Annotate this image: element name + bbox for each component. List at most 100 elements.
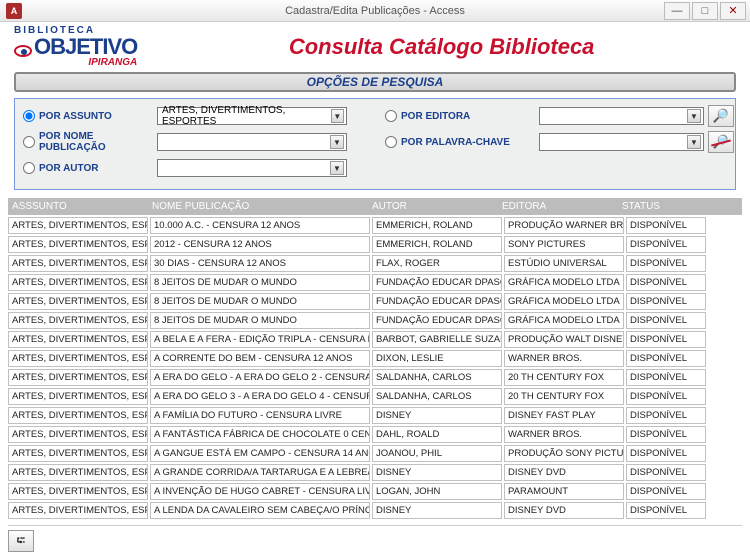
logo-line2: OBJETIVO bbox=[34, 34, 137, 59]
cell-status: DISPONÍVEL bbox=[626, 464, 706, 481]
cell-nome: A ERA DO GELO - A ERA DO GELO 2 - CENSUR… bbox=[150, 369, 370, 386]
cell-autor: SALDANHA, CARLOS bbox=[372, 369, 502, 386]
minimize-button[interactable]: — bbox=[664, 2, 690, 20]
table-row[interactable]: ARTES, DIVERTIMENTOS, ESPORTESA FANTÁSTI… bbox=[8, 426, 742, 443]
cell-status: DISPONÍVEL bbox=[626, 483, 706, 500]
cell-status: DISPONÍVEL bbox=[626, 369, 706, 386]
radio-por-palavra-input[interactable] bbox=[385, 136, 397, 148]
cell-nome: 2012 - CENSURA 12 ANOS bbox=[150, 236, 370, 253]
radio-por-nome[interactable]: POR NOME PUBLICAÇÃO bbox=[23, 131, 153, 153]
search-panel: POR ASSUNTO ARTES, DIVERTIMENTOS, ESPORT… bbox=[14, 98, 736, 190]
cell-editora: WARNER BROS. bbox=[504, 350, 624, 367]
cell-autor: FUNDAÇÃO EDUCAR DPASCHOAL bbox=[372, 274, 502, 291]
cell-editora: GRÁFICA MODELO LTDA bbox=[504, 293, 624, 310]
exit-icon: ⮓ bbox=[17, 532, 26, 551]
cell-nome: A GRANDE CORRIDA/A TARTARUGA E A LEBRE/O… bbox=[150, 464, 370, 481]
cell-editora: GRÁFICA MODELO LTDA bbox=[504, 274, 624, 291]
table-row[interactable]: ARTES, DIVERTIMENTOS, ESPORTESA LENDA DA… bbox=[8, 502, 742, 519]
cell-autor: DIXON, LESLIE bbox=[372, 350, 502, 367]
status-strip: ⮓ bbox=[8, 525, 742, 552]
cell-editora: 20 TH CENTURY FOX bbox=[504, 388, 624, 405]
cell-nome: 8 JEITOS DE MUDAR O MUNDO bbox=[150, 274, 370, 291]
binoculars-icon: 🔎 bbox=[713, 108, 729, 124]
radio-por-editora[interactable]: POR EDITORA bbox=[385, 110, 535, 122]
table-row[interactable]: ARTES, DIVERTIMENTOS, ESPORTES8 JEITOS D… bbox=[8, 274, 742, 291]
cell-autor: DAHL, ROALD bbox=[372, 426, 502, 443]
cell-editora: DISNEY DVD bbox=[504, 464, 624, 481]
cell-assunto: ARTES, DIVERTIMENTOS, ESPORTES bbox=[8, 274, 148, 291]
cell-editora: SONY PICTURES bbox=[504, 236, 624, 253]
table-row[interactable]: ARTES, DIVERTIMENTOS, ESPORTESA ERA DO G… bbox=[8, 388, 742, 405]
palavra-combo[interactable]: ▼ bbox=[539, 133, 704, 151]
chevron-down-icon[interactable]: ▼ bbox=[330, 135, 344, 149]
record-nav-button[interactable]: ⮓ bbox=[8, 530, 34, 552]
col-status: STATUS bbox=[618, 198, 698, 215]
radio-por-palavra[interactable]: POR PALAVRA-CHAVE bbox=[385, 136, 535, 148]
editora-combo[interactable]: ▼ bbox=[539, 107, 704, 125]
chevron-down-icon[interactable]: ▼ bbox=[331, 109, 344, 123]
cell-assunto: ARTES, DIVERTIMENTOS, ESPORTES bbox=[8, 483, 148, 500]
logo-line3: IPIRANGA bbox=[88, 58, 137, 68]
table-row[interactable]: ARTES, DIVERTIMENTOS, ESPORTES8 JEITOS D… bbox=[8, 293, 742, 310]
radio-por-nome-input[interactable] bbox=[23, 136, 35, 148]
table-row[interactable]: ARTES, DIVERTIMENTOS, ESPORTESA CORRENTE… bbox=[8, 350, 742, 367]
table-row[interactable]: ARTES, DIVERTIMENTOS, ESPORTES2012 - CEN… bbox=[8, 236, 742, 253]
cell-autor: LOGAN, JOHN bbox=[372, 483, 502, 500]
cell-nome: A FANTÁSTICA FÁBRICA DE CHOCOLATE 0 CENS… bbox=[150, 426, 370, 443]
radio-por-assunto-input[interactable] bbox=[23, 110, 35, 122]
col-editora: EDITORA bbox=[498, 198, 618, 215]
radio-por-editora-input[interactable] bbox=[385, 110, 397, 122]
maximize-button[interactable]: □ bbox=[692, 2, 718, 20]
radio-por-assunto[interactable]: POR ASSUNTO bbox=[23, 110, 153, 122]
table-row[interactable]: ARTES, DIVERTIMENTOS, ESPORTESA GANGUE E… bbox=[8, 445, 742, 462]
clear-search-button[interactable]: 🔎 bbox=[708, 131, 734, 153]
cell-assunto: ARTES, DIVERTIMENTOS, ESPORTES bbox=[8, 236, 148, 253]
assunto-value: ARTES, DIVERTIMENTOS, ESPORTES bbox=[162, 105, 331, 127]
table-row[interactable]: ARTES, DIVERTIMENTOS, ESPORTESA GRANDE C… bbox=[8, 464, 742, 481]
chevron-down-icon[interactable]: ▼ bbox=[687, 135, 701, 149]
results-grid: ASSSUNTO NOME PUBLICAÇÃO AUTOR EDITORA S… bbox=[8, 198, 742, 519]
cell-editora: PRODUÇÃO WALT DISNEY bbox=[504, 331, 624, 348]
titlebar: A Cadastra/Edita Publicações - Access — … bbox=[0, 0, 750, 22]
cell-editora: PRODUÇÃO SONY PICTURE bbox=[504, 445, 624, 462]
search-button[interactable]: 🔎 bbox=[708, 105, 734, 127]
binoculars-strike-icon: 🔎 bbox=[713, 134, 729, 150]
cell-assunto: ARTES, DIVERTIMENTOS, ESPORTES bbox=[8, 407, 148, 424]
cell-assunto: ARTES, DIVERTIMENTOS, ESPORTES bbox=[8, 445, 148, 462]
assunto-combo[interactable]: ARTES, DIVERTIMENTOS, ESPORTES ▼ bbox=[157, 107, 347, 125]
radio-por-palavra-label: POR PALAVRA-CHAVE bbox=[401, 137, 510, 148]
cell-autor: EMMERICH, ROLAND bbox=[372, 236, 502, 253]
cell-autor: DISNEY bbox=[372, 464, 502, 481]
cell-status: DISPONÍVEL bbox=[626, 255, 706, 272]
cell-assunto: ARTES, DIVERTIMENTOS, ESPORTES bbox=[8, 331, 148, 348]
cell-editora: 20 TH CENTURY FOX bbox=[504, 369, 624, 386]
table-row[interactable]: ARTES, DIVERTIMENTOS, ESPORTESA BELA E A… bbox=[8, 331, 742, 348]
cell-nome: A FAMÍLIA DO FUTURO - CENSURA LIVRE bbox=[150, 407, 370, 424]
cell-status: DISPONÍVEL bbox=[626, 426, 706, 443]
chevron-down-icon[interactable]: ▼ bbox=[330, 161, 344, 175]
cell-status: DISPONÍVEL bbox=[626, 407, 706, 424]
table-row[interactable]: ARTES, DIVERTIMENTOS, ESPORTES10.000 A.C… bbox=[8, 217, 742, 234]
table-row[interactable]: ARTES, DIVERTIMENTOS, ESPORTES30 DIAS - … bbox=[8, 255, 742, 272]
cell-assunto: ARTES, DIVERTIMENTOS, ESPORTES bbox=[8, 293, 148, 310]
cell-autor: FUNDAÇÃO EDUCAR DPASCHOAL bbox=[372, 293, 502, 310]
cell-status: DISPONÍVEL bbox=[626, 331, 706, 348]
table-row[interactable]: ARTES, DIVERTIMENTOS, ESPORTESA INVENÇÃO… bbox=[8, 483, 742, 500]
cell-status: DISPONÍVEL bbox=[626, 350, 706, 367]
close-button[interactable]: ✕ bbox=[720, 2, 746, 20]
chevron-down-icon[interactable]: ▼ bbox=[687, 109, 701, 123]
table-row[interactable]: ARTES, DIVERTIMENTOS, ESPORTESA ERA DO G… bbox=[8, 369, 742, 386]
table-row[interactable]: ARTES, DIVERTIMENTOS, ESPORTES8 JEITOS D… bbox=[8, 312, 742, 329]
window-title: Cadastra/Edita Publicações - Access bbox=[285, 5, 465, 17]
table-row[interactable]: ARTES, DIVERTIMENTOS, ESPORTESA FAMÍLIA … bbox=[8, 407, 742, 424]
cell-nome: A BELA E A FERA - EDIÇÃO TRIPLA - CENSUR… bbox=[150, 331, 370, 348]
nome-combo[interactable]: ▼ bbox=[157, 133, 347, 151]
radio-por-autor[interactable]: POR AUTOR bbox=[23, 162, 153, 174]
cell-nome: A GANGUE ESTÁ EM CAMPO - CENSURA 14 ANOS bbox=[150, 445, 370, 462]
cell-status: DISPONÍVEL bbox=[626, 445, 706, 462]
cell-editora: PARAMOUNT bbox=[504, 483, 624, 500]
cell-status: DISPONÍVEL bbox=[626, 293, 706, 310]
radio-por-autor-input[interactable] bbox=[23, 162, 35, 174]
grid-header: ASSSUNTO NOME PUBLICAÇÃO AUTOR EDITORA S… bbox=[8, 198, 742, 215]
autor-combo[interactable]: ▼ bbox=[157, 159, 347, 177]
